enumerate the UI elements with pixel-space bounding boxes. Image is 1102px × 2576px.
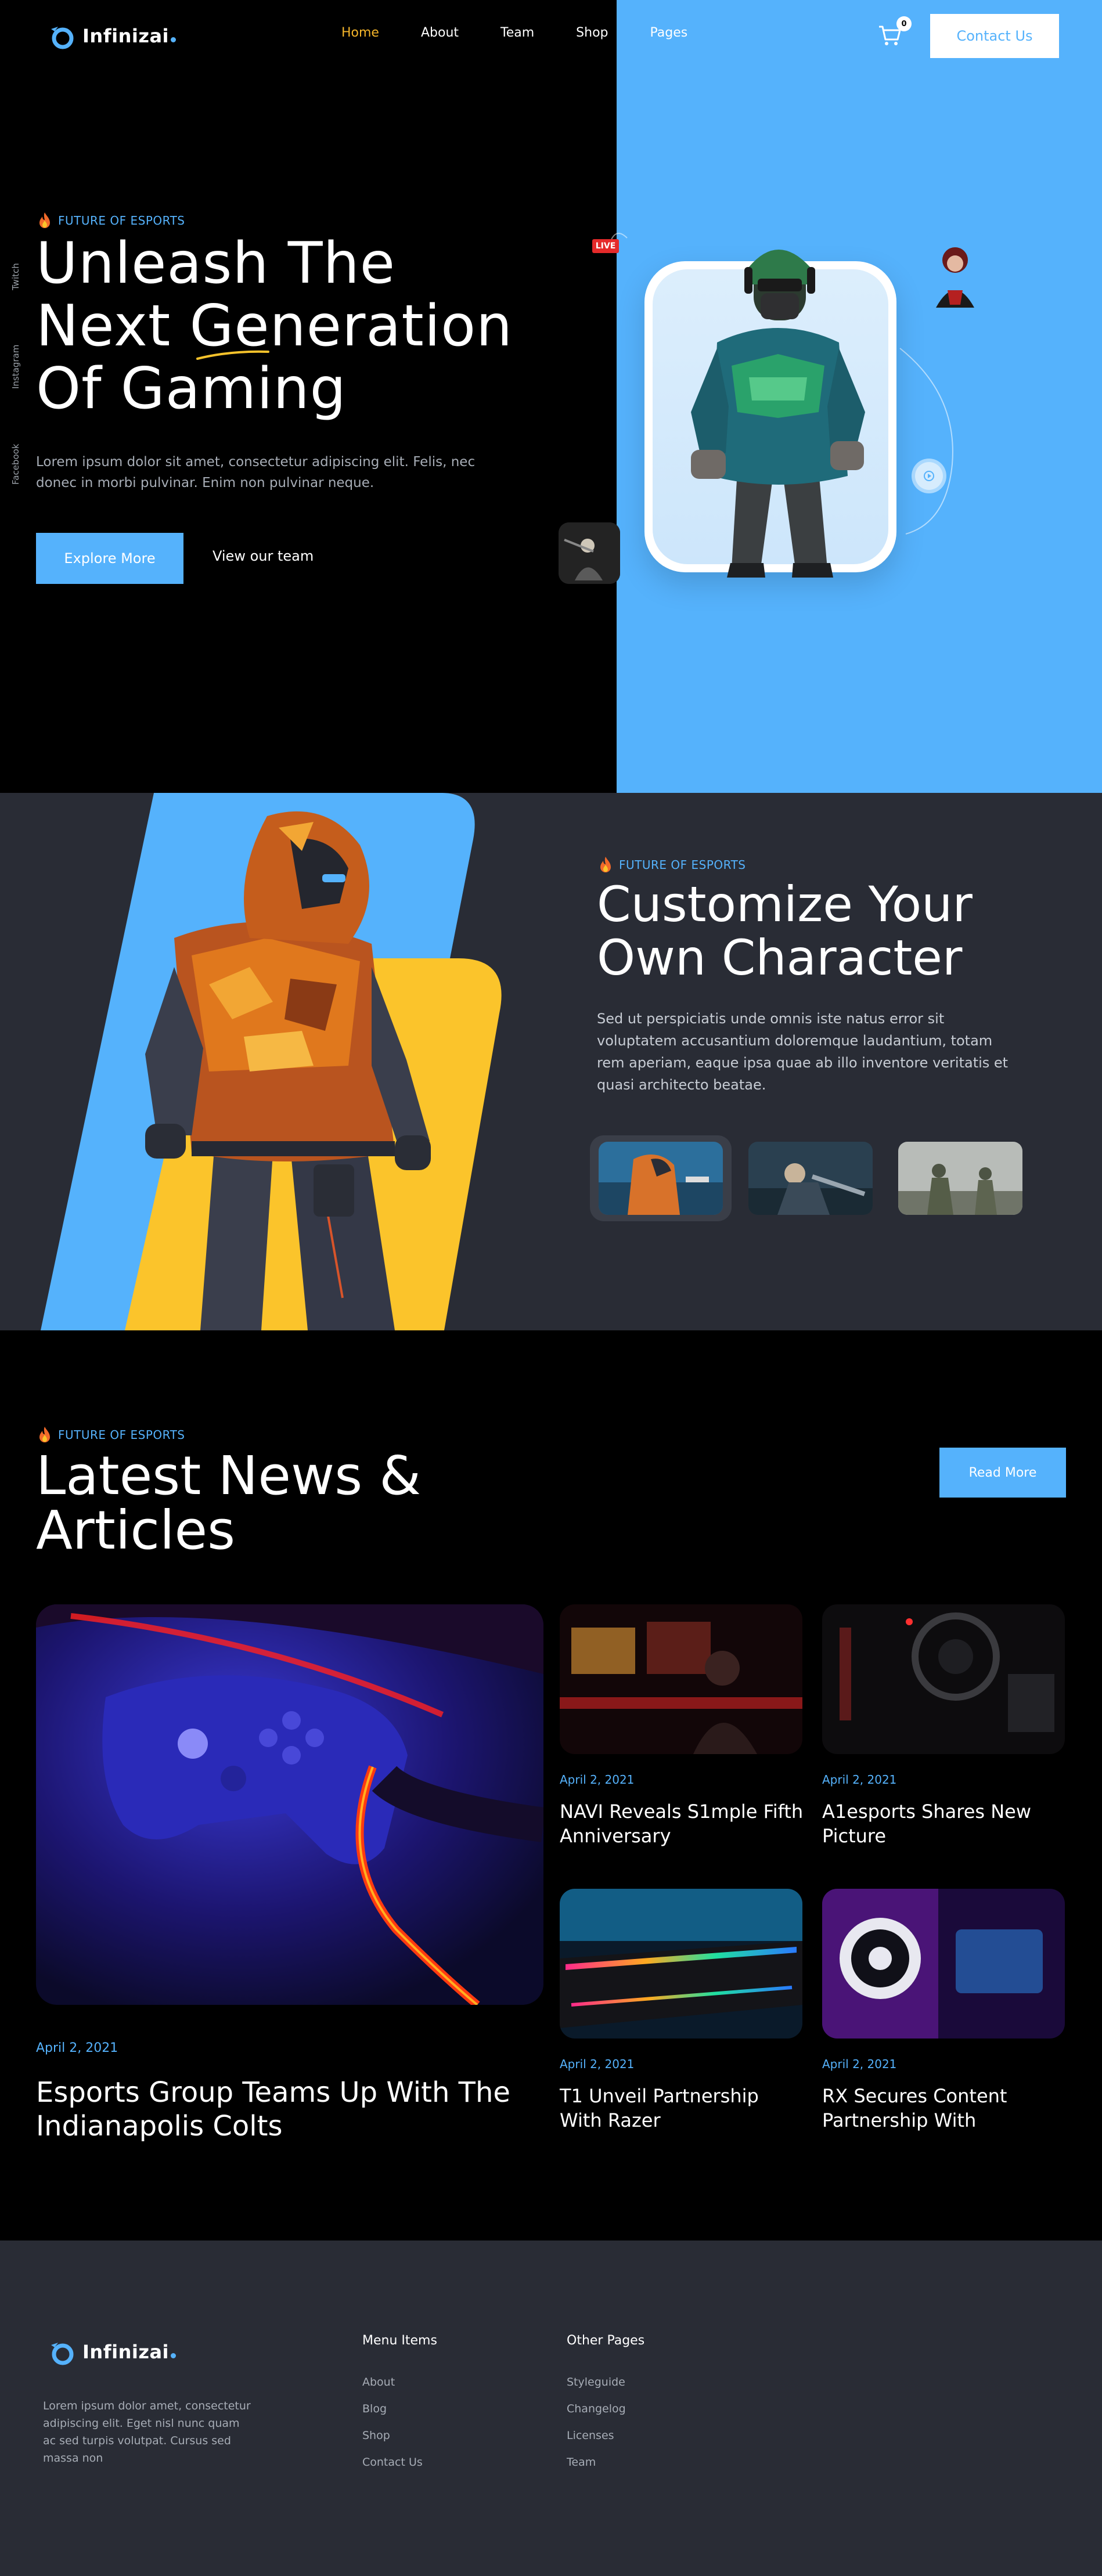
logo-icon bbox=[51, 2343, 74, 2365]
logo-icon bbox=[51, 27, 74, 49]
article-thumbnail bbox=[560, 1604, 802, 1754]
social-link-twitch[interactable]: Twitch bbox=[10, 263, 21, 290]
character-thumbnail-2[interactable] bbox=[740, 1135, 881, 1221]
title-underline-accent bbox=[196, 350, 269, 360]
footer-link-team[interactable]: Team bbox=[567, 2449, 644, 2476]
footer: Infinizai Lorem ipsum dolor amet, consec… bbox=[0, 2241, 1102, 2576]
article-image-2[interactable] bbox=[822, 1604, 1065, 1754]
article-title-2[interactable]: A1esports Shares New Picture bbox=[822, 1799, 1066, 1848]
character-thumbnail-image bbox=[898, 1142, 1022, 1215]
customize-eyebrow: FUTURE OF ESPORTS bbox=[598, 856, 746, 874]
footer-link-blog[interactable]: Blog bbox=[362, 2395, 437, 2422]
nav-item-pages[interactable]: Pages bbox=[650, 26, 688, 40]
featured-article-title[interactable]: Esports Group Teams Up With The Indianap… bbox=[36, 2076, 512, 2143]
customize-title-line-2: Own Character bbox=[597, 929, 963, 986]
controller-image bbox=[36, 1604, 543, 2005]
customize-description: Sed ut perspiciatis unde omnis iste natu… bbox=[597, 1011, 1009, 1093]
article-title-1[interactable]: NAVI Reveals S1mple Fifth Anniversary bbox=[560, 1799, 804, 1848]
news-section: FUTURE OF ESPORTS Latest News & Articles… bbox=[0, 1330, 1102, 2241]
footer-menu-column: Menu Items About Blog Shop Contact Us bbox=[362, 2333, 437, 2476]
footer-pages-column: Other Pages Styleguide Changelog License… bbox=[567, 2333, 644, 2476]
avatar-icon bbox=[559, 522, 620, 584]
flame-icon bbox=[39, 1427, 50, 1442]
news-title-line-2: Articles bbox=[36, 1499, 236, 1561]
article-title-3[interactable]: T1 Unveil Partnership With Razer bbox=[560, 2084, 804, 2133]
footer-menu-title: Menu Items bbox=[362, 2333, 437, 2348]
news-title: Latest News & Articles bbox=[36, 1449, 559, 1558]
article-image-3[interactable] bbox=[560, 1889, 802, 2039]
hero-title-line-2: Next Generation bbox=[36, 293, 513, 359]
main-nav: Home About Team Shop Pages bbox=[341, 26, 729, 40]
news-title-line-1: Latest News & bbox=[36, 1445, 422, 1507]
avatar-icon bbox=[936, 247, 974, 308]
hero-title: Unleash The Next Generation Of Gaming bbox=[36, 232, 570, 420]
footer-about-text: Lorem ipsum dolor amet, consectetur adip… bbox=[43, 2400, 251, 2465]
footer-link-licenses[interactable]: Licenses bbox=[567, 2422, 644, 2449]
logo-text: Infinizai bbox=[82, 25, 177, 47]
article-image-4[interactable] bbox=[822, 1889, 1065, 2039]
customize-title: Customize Your Own Character bbox=[597, 878, 1061, 984]
character-thumbnail-image bbox=[748, 1142, 873, 1215]
article-image-1[interactable] bbox=[560, 1604, 802, 1754]
hero-eyebrow: FUTURE OF ESPORTS bbox=[37, 211, 185, 230]
character-thumbnail-image bbox=[599, 1142, 723, 1215]
article-date-3: April 2, 2021 bbox=[560, 2057, 635, 2071]
flame-icon bbox=[39, 212, 50, 228]
nav-item-about[interactable]: About bbox=[421, 26, 459, 40]
footer-link-contact[interactable]: Contact Us bbox=[362, 2449, 437, 2476]
logo[interactable]: Infinizai bbox=[46, 21, 177, 51]
news-eyebrow-text: FUTURE OF ESPORTS bbox=[58, 1428, 185, 1442]
nav-item-shop[interactable]: Shop bbox=[576, 26, 608, 40]
article-title-4[interactable]: RX Secures Content Partnership With bbox=[822, 2084, 1066, 2133]
featured-article-image[interactable] bbox=[36, 1604, 543, 2005]
flame-icon bbox=[600, 857, 611, 872]
hero-character-illustration bbox=[691, 250, 865, 578]
news-eyebrow: FUTURE OF ESPORTS bbox=[37, 1426, 185, 1444]
article-date-1: April 2, 2021 bbox=[560, 1773, 635, 1787]
hero-eyebrow-text: FUTURE OF ESPORTS bbox=[58, 214, 185, 228]
footer-logo-text: Infinizai bbox=[82, 2341, 177, 2363]
character-thumbnail-1[interactable] bbox=[590, 1135, 732, 1221]
character-thumbnails bbox=[590, 1135, 1031, 1221]
contact-us-button[interactable]: Contact Us bbox=[930, 14, 1059, 58]
hero-title-line-1: Unleash The bbox=[36, 230, 396, 297]
customize-section: FUTURE OF ESPORTS Customize Your Own Cha… bbox=[0, 793, 1102, 1330]
social-link-instagram[interactable]: Instagram bbox=[10, 345, 21, 389]
article-date-4: April 2, 2021 bbox=[822, 2057, 897, 2071]
article-thumbnail bbox=[822, 1889, 1065, 2039]
read-more-button[interactable]: Read More bbox=[939, 1448, 1066, 1498]
customize-title-line-1: Customize Your bbox=[597, 876, 973, 933]
streamer-avatar-top bbox=[924, 232, 986, 308]
hero-description: Lorem ipsum dolor sit amet, consectetur … bbox=[36, 454, 476, 490]
customize-eyebrow-text: FUTURE OF ESPORTS bbox=[619, 858, 746, 872]
nav-item-home[interactable]: Home bbox=[341, 26, 379, 40]
footer-logo[interactable]: Infinizai bbox=[46, 2337, 177, 2367]
article-thumbnail bbox=[560, 1889, 802, 2039]
footer-link-changelog[interactable]: Changelog bbox=[567, 2395, 644, 2422]
customize-character-art bbox=[41, 793, 502, 1330]
hero-section: Infinizai Home About Team Shop Pages 0 C… bbox=[0, 0, 1102, 793]
article-date-2: April 2, 2021 bbox=[822, 1773, 897, 1787]
play-button[interactable] bbox=[915, 462, 943, 490]
live-badge: LIVE bbox=[592, 239, 619, 253]
character-thumbnail-3[interactable] bbox=[889, 1135, 1031, 1221]
social-link-facebook[interactable]: Facebook bbox=[10, 444, 21, 485]
footer-pages-title: Other Pages bbox=[567, 2333, 645, 2348]
streamer-avatar-bottom bbox=[559, 522, 620, 584]
hero-title-line-3: Of Gaming bbox=[36, 356, 347, 422]
featured-article-date: April 2, 2021 bbox=[36, 2041, 118, 2055]
footer-link-shop[interactable]: Shop bbox=[362, 2422, 437, 2449]
cart-count-badge: 0 bbox=[896, 16, 912, 31]
article-thumbnail bbox=[822, 1604, 1065, 1754]
footer-link-styleguide[interactable]: Styleguide bbox=[567, 2369, 644, 2395]
footer-link-about[interactable]: About bbox=[362, 2369, 437, 2395]
nav-item-team[interactable]: Team bbox=[500, 26, 534, 40]
explore-more-button[interactable]: Explore More bbox=[36, 533, 183, 584]
social-links: Twitch Instagram Facebook bbox=[10, 255, 31, 499]
view-team-link[interactable]: View our team bbox=[213, 548, 314, 564]
play-icon bbox=[924, 471, 934, 481]
